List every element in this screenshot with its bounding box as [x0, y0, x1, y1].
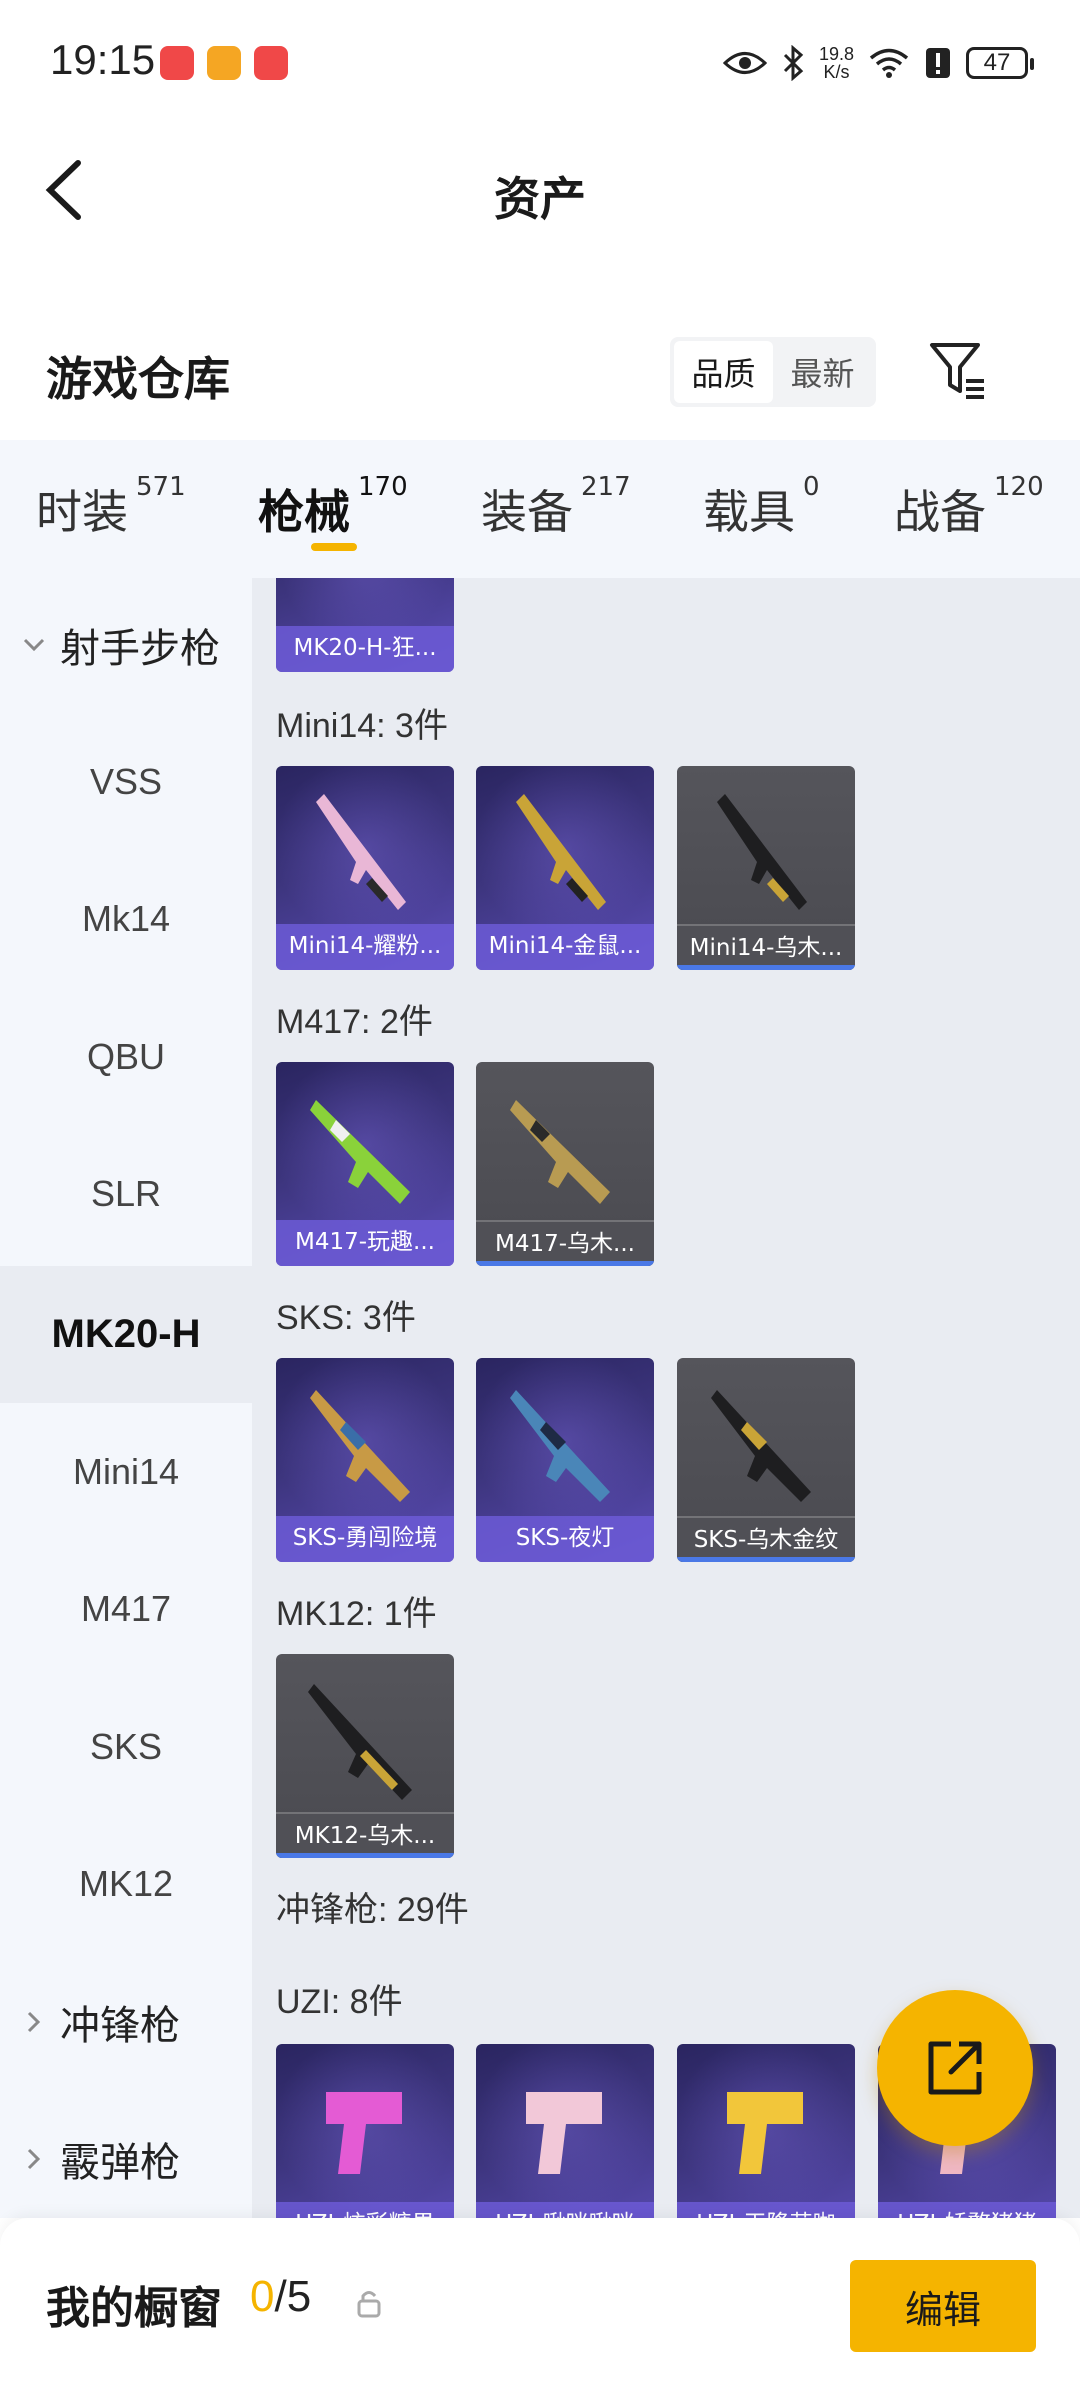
smg-icon: [526, 2092, 602, 2174]
sidebar-item-qbu[interactable]: QBU: [0, 988, 252, 1125]
sidebar-item-vss[interactable]: VSS: [0, 713, 252, 850]
notification-app-icon: [254, 46, 288, 80]
weapon-card[interactable]: UZI-啾咪啾咪: [476, 2044, 654, 2218]
tab-equipment[interactable]: 装备 217: [481, 472, 631, 542]
warehouse-title: 游戏仓库: [46, 352, 230, 406]
sort-quality[interactable]: 品质: [674, 341, 773, 403]
sidebar-item-mk14[interactable]: Mk14: [0, 850, 252, 987]
sidebar-group-shotgun[interactable]: 霰弹枪: [0, 2090, 252, 2227]
sidebar-group-smg[interactable]: 冲锋枪: [0, 1953, 252, 2090]
weapon-card[interactable]: SKS-乌木金纹: [677, 1358, 855, 1562]
showcase-count: 0/5: [250, 2272, 312, 2321]
wifi-icon: [869, 48, 909, 78]
network-speed: 19.8 K/s: [818, 44, 854, 82]
status-time: 19:15: [50, 36, 156, 83]
weapon-card[interactable]: UZI-炫彩糖果: [276, 2044, 454, 2218]
chevron-down-icon: [23, 638, 45, 651]
tab-fashion[interactable]: 时装 571: [36, 472, 186, 542]
showcase-title: 我的橱窗: [46, 2283, 222, 2334]
weapon-sidebar: 射手步枪 VSS Mk14 QBU SLR MK20-H Mini14 M417…: [0, 578, 252, 2218]
status-bar: 19:15 19.8 K/s 47: [0, 0, 1080, 125]
share-button[interactable]: [877, 1990, 1033, 2146]
sidebar-item-slr[interactable]: SLR: [0, 1125, 252, 1262]
notification-app-icon: [160, 46, 194, 80]
chevron-right-icon: [27, 2011, 41, 2032]
page-title: 资产: [494, 172, 586, 226]
sidebar-item-mini14[interactable]: Mini14: [0, 1403, 252, 1540]
section-title: UZI: 8件: [276, 1983, 403, 2021]
weapon-card[interactable]: MK12-乌木...: [276, 1654, 454, 1858]
tab-vehicles[interactable]: 载具 0: [703, 472, 820, 542]
warehouse-header: 游戏仓库 品质 最新: [0, 315, 1080, 440]
section-title: M417: 2件: [276, 1003, 433, 1041]
sidebar-item-mk20h[interactable]: MK20-H: [0, 1266, 252, 1403]
rifle-icon: [510, 1390, 610, 1502]
bluetooth-icon: [783, 45, 804, 81]
tab-supplies[interactable]: 战备 120: [894, 472, 1044, 542]
section-title: Mini14: 3件: [276, 707, 448, 745]
sort-newest[interactable]: 最新: [773, 341, 872, 403]
rifle-icon: [316, 794, 406, 910]
category-tabs: 时装 571 枪械 170 装备 217 载具 0 战备 120: [0, 440, 1080, 578]
showcase-bar: 我的橱窗 0/5 编辑: [0, 2218, 1080, 2382]
rifle-icon: [510, 1100, 610, 1204]
lock-icon: [357, 2291, 381, 2318]
chevron-right-icon: [27, 2148, 41, 2169]
rifle-icon: [717, 794, 807, 910]
weapon-card[interactable]: UZI-天降萌咖: [677, 2044, 855, 2218]
sidebar-item-mk12[interactable]: MK12: [0, 1815, 252, 1952]
battery-indicator: 47: [966, 47, 1034, 79]
share-icon: [928, 2041, 982, 2095]
sort-toggle: 品质 最新: [670, 337, 876, 407]
edit-button[interactable]: 编辑: [850, 2260, 1036, 2352]
weapon-card[interactable]: MK20-H-狂...: [276, 578, 454, 672]
smg-icon: [326, 2092, 402, 2174]
game-controller-icon: [207, 46, 241, 80]
weapon-card[interactable]: Mini14-乌木...: [677, 766, 855, 970]
sidebar-item-sks[interactable]: SKS: [0, 1678, 252, 1815]
section-title: MK12: 1件: [276, 1595, 437, 1633]
rifle-icon: [308, 1684, 412, 1800]
alert-icon: [926, 48, 950, 78]
rifle-icon: [516, 794, 606, 910]
category-title: 冲锋枪: 29件: [276, 1891, 469, 1929]
weapon-card[interactable]: SKS-勇闯险境: [276, 1358, 454, 1562]
weapon-card[interactable]: SKS-夜灯: [476, 1358, 654, 1562]
weapon-card[interactable]: M417-乌木...: [476, 1062, 654, 1266]
sidebar-group-marksman[interactable]: 射手步枪: [0, 576, 252, 713]
eye-icon: [722, 52, 767, 74]
tab-firearms[interactable]: 枪械 170: [258, 472, 408, 542]
rifle-icon: [310, 1100, 410, 1204]
title-bar: 资产: [0, 125, 1080, 255]
section-title: SKS: 3件: [276, 1299, 416, 1337]
filter-icon[interactable]: [928, 339, 990, 401]
sidebar-item-m417[interactable]: M417: [0, 1540, 252, 1677]
smg-icon: [727, 2092, 803, 2174]
weapon-card[interactable]: M417-玩趣...: [276, 1062, 454, 1266]
weapon-card[interactable]: Mini14-耀粉...: [276, 766, 454, 970]
rifle-icon: [711, 1390, 811, 1502]
rifle-icon: [310, 1390, 410, 1502]
weapon-card[interactable]: Mini14-金鼠...: [476, 766, 654, 970]
weapon-grid: MK20-H-狂... Mini14: 3件 Mini14-耀粉... Mini…: [252, 578, 1080, 2218]
active-tab-indicator: [311, 543, 357, 551]
